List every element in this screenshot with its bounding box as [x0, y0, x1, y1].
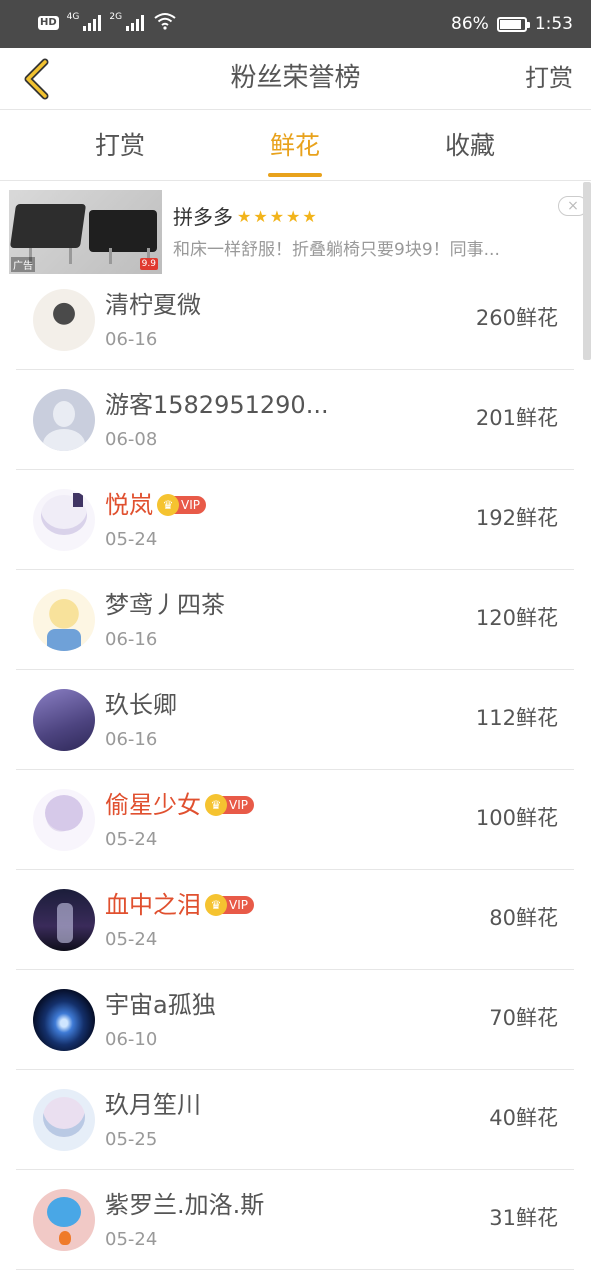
avatar[interactable]	[33, 1189, 95, 1251]
fan-name-text: 玖月笙川	[105, 1091, 201, 1119]
signal-icon	[83, 15, 102, 31]
flower-amount: 201鲜花	[475, 406, 558, 430]
network-type-2: 2G	[109, 11, 123, 22]
hd-badge: HD	[38, 16, 59, 30]
fan-date: 06-10	[105, 1029, 158, 1050]
fan-name: 清柠夏微	[105, 288, 201, 322]
fan-name: 宇宙a孤独	[105, 988, 216, 1022]
flower-amount: 100鲜花	[475, 806, 558, 830]
tab-favorites[interactable]: 收藏	[410, 128, 530, 164]
fan-name-text: 悦岚	[105, 491, 153, 519]
page-title: 粉丝荣誉榜	[230, 63, 361, 93]
crown-icon: ♛	[205, 894, 227, 916]
header: 粉丝荣誉榜 打赏	[0, 48, 591, 110]
status-left: HD 4G 2G	[38, 12, 176, 34]
ad-title-text: 拼多多	[173, 205, 233, 229]
avatar[interactable]	[33, 789, 95, 851]
clock: 1:53	[534, 14, 573, 34]
list-item[interactable]: 偷星少女 ♛ VIP 05-24 100鲜花	[16, 770, 574, 870]
battery-icon	[496, 16, 530, 32]
fan-name: 悦岚 ♛ VIP	[105, 488, 206, 522]
ad-image[interactable]: 9.9 广告	[9, 190, 162, 274]
fan-name: 偷星少女 ♛ VIP	[105, 788, 254, 822]
flower-amount: 70鲜花	[489, 1006, 558, 1030]
fan-name: 玖月笙川	[105, 1088, 201, 1122]
flower-amount: 31鲜花	[489, 1206, 558, 1230]
tab-bar: 打赏 鲜花 收藏	[0, 111, 591, 181]
list-item[interactable]: 梦鸢丿四茶 06-16 120鲜花	[16, 570, 574, 670]
avatar[interactable]	[33, 389, 95, 451]
fan-date: 05-25	[105, 1129, 158, 1150]
price-tag: 9.9	[139, 258, 158, 270]
fan-date: 06-16	[105, 329, 158, 350]
battery-percent: 86%	[451, 14, 489, 34]
avatar[interactable]	[33, 689, 95, 751]
fan-date: 05-24	[105, 829, 158, 850]
flower-amount: 40鲜花	[489, 1106, 558, 1130]
fan-name-text: 梦鸢丿四茶	[105, 591, 225, 619]
scrollbar[interactable]	[583, 182, 591, 360]
avatar[interactable]	[33, 289, 95, 351]
flower-amount: 80鲜花	[489, 906, 558, 930]
crown-icon: ♛	[157, 494, 179, 516]
fan-date: 05-24	[105, 929, 158, 950]
rating-stars-icon: ★★★★★	[237, 207, 319, 226]
list-item[interactable]: 血中之泪 ♛ VIP 05-24 80鲜花	[16, 870, 574, 970]
fan-name: 梦鸢丿四茶	[105, 588, 225, 622]
network-type-1: 4G	[66, 11, 80, 22]
wifi-icon	[154, 12, 176, 34]
flower-amount: 192鲜花	[475, 506, 558, 530]
ad-banner[interactable]: 9.9 广告 拼多多 ★★★★★ 和床一样舒服！折叠躺椅只要9块9！同事... …	[0, 182, 591, 282]
fan-name-text: 紫罗兰.加洛.斯	[105, 1191, 265, 1219]
list-item[interactable]: 宇宙a孤独 06-10 70鲜花	[16, 970, 574, 1070]
vip-badge: ♛ VIP	[157, 494, 206, 516]
fan-name: 紫罗兰.加洛.斯	[105, 1188, 264, 1222]
fan-name: 游客1582951290...	[105, 388, 329, 422]
avatar[interactable]	[33, 1089, 95, 1151]
fan-date: 06-08	[105, 429, 158, 450]
tab-flowers[interactable]: 鲜花	[235, 128, 355, 164]
fan-name-text: 清柠夏微	[105, 291, 201, 319]
fan-name: 玖长卿	[105, 688, 177, 722]
ad-title: 拼多多 ★★★★★	[173, 204, 319, 230]
flower-amount: 112鲜花	[475, 706, 558, 730]
avatar[interactable]	[33, 889, 95, 951]
avatar[interactable]	[33, 989, 95, 1051]
fan-date: 06-16	[105, 729, 158, 750]
fan-name-text: 偷星少女	[105, 791, 201, 819]
flower-amount: 120鲜花	[475, 606, 558, 630]
list-item[interactable]: 玖长卿 06-16 112鲜花	[16, 670, 574, 770]
fan-name: 血中之泪 ♛ VIP	[105, 888, 254, 922]
list-item[interactable]: 悦岚 ♛ VIP 05-24 192鲜花	[16, 470, 574, 570]
fan-name-text: 血中之泪	[105, 891, 201, 919]
fan-date: 05-24	[105, 529, 158, 550]
list-item[interactable]: 紫罗兰.加洛.斯 05-24 31鲜花	[16, 1170, 574, 1270]
vip-badge: ♛ VIP	[205, 894, 254, 916]
fan-name-text: 宇宙a孤独	[105, 991, 216, 1019]
fan-date: 06-16	[105, 629, 158, 650]
fan-name-text: 玖长卿	[105, 691, 177, 719]
ad-description: 和床一样舒服！折叠躺椅只要9块9！同事...	[173, 240, 500, 260]
status-right: 86% 1:53	[451, 12, 573, 36]
flower-amount: 260鲜花	[475, 306, 558, 330]
reward-button[interactable]: 打赏	[525, 60, 573, 96]
active-tab-indicator	[268, 173, 322, 177]
fan-date: 05-24	[105, 1229, 158, 1250]
list-item[interactable]: 玖月笙川 05-25 40鲜花	[16, 1070, 574, 1170]
signal-icon-2	[126, 15, 145, 31]
status-bar: HD 4G 2G 86% 1:53	[0, 0, 591, 48]
avatar[interactable]	[33, 489, 95, 551]
avatar[interactable]	[33, 589, 95, 651]
vip-badge: ♛ VIP	[205, 794, 254, 816]
crown-icon: ♛	[205, 794, 227, 816]
fan-name-text: 游客1582951290...	[105, 391, 329, 419]
tab-reward[interactable]: 打赏	[60, 128, 180, 164]
list-item[interactable]: 游客1582951290... 06-08 201鲜花	[16, 370, 574, 470]
list-item[interactable]: 清柠夏微 06-16 260鲜花	[16, 270, 574, 370]
